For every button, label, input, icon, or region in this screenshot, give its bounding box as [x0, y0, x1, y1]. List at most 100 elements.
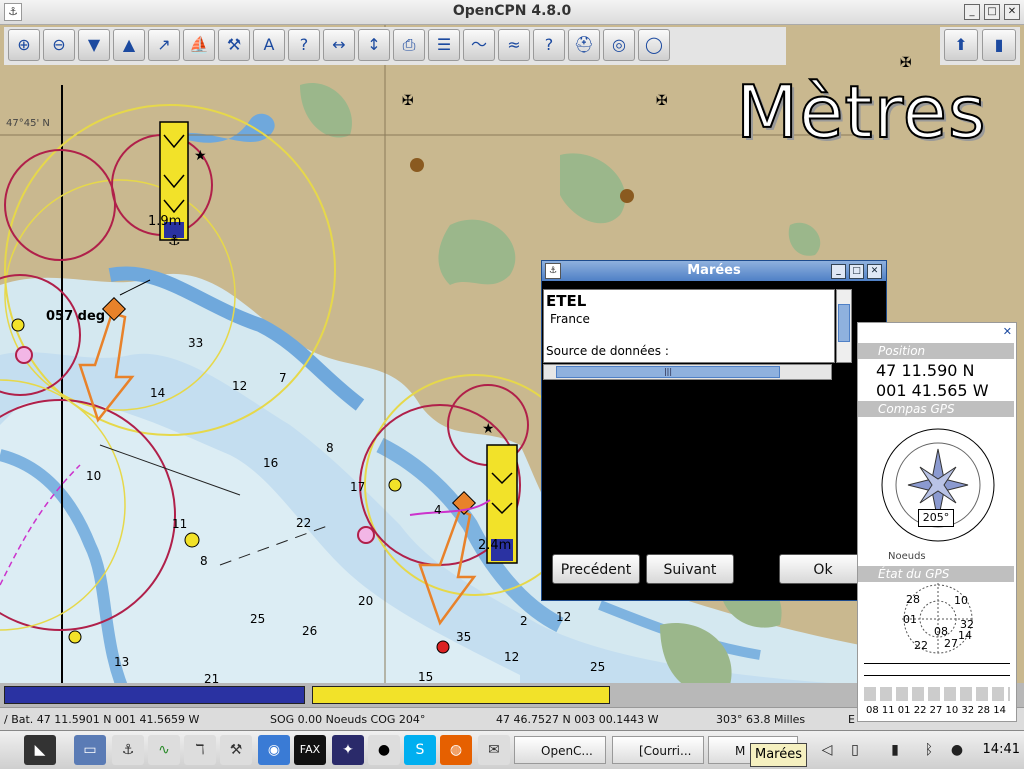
position-header: Position [858, 343, 1014, 359]
sounding: 2 [520, 614, 528, 628]
volume-icon[interactable]: ◁ [818, 739, 836, 761]
print-button[interactable]: ⎙ [393, 29, 425, 61]
mob-button[interactable]: ⛑ [568, 29, 600, 61]
previous-button[interactable]: Precédent [552, 554, 640, 584]
move-button[interactable]: ↕ [358, 29, 390, 61]
tool-icon[interactable]: ⚒ [220, 735, 252, 765]
sounding: 4 [434, 503, 442, 517]
sounding: 13 [114, 655, 129, 669]
signal-icon[interactable]: ▮ [886, 739, 904, 761]
stellarium-icon[interactable]: ✦ [332, 735, 364, 765]
opencpn-launcher-icon[interactable]: ⚓ [112, 735, 144, 765]
menu-logo-icon[interactable]: ◣ [24, 735, 56, 765]
chart-tool-icon[interactable]: ∿ [148, 735, 180, 765]
sog-cog: SOG 0.00 Noeuds COG 204° [270, 713, 426, 726]
settings-wrench-icon: ⚒ [226, 35, 242, 54]
ais-button[interactable]: ◎ [603, 29, 635, 61]
dashboard-close-icon[interactable]: ✕ [1003, 325, 1012, 338]
svg-text:✠: ✠ [656, 93, 668, 109]
compass-button[interactable]: ⬆ [944, 29, 978, 61]
chart-scale: E [848, 713, 855, 726]
settings-wrench-button[interactable]: ⚒ [218, 29, 250, 61]
add-text-icon: A [263, 35, 275, 54]
dialog-maximize-button[interactable]: □ [849, 264, 864, 279]
next-button[interactable]: Suivant [646, 554, 734, 584]
tide-dialog: ⚓ Marées _ □ ✕ ETEL France Source de don… [541, 260, 887, 601]
taskbar-task-opencpn[interactable]: OpenC... [514, 736, 606, 764]
scale-down-button[interactable]: ▼ [78, 29, 110, 61]
horizontal-scrollbar[interactable]: ||| [543, 364, 832, 380]
firefox-icon[interactable]: ◍ [440, 735, 472, 765]
station-info-panel[interactable]: ETEL France Source de données : [543, 289, 835, 363]
penguin-icon[interactable]: ● [368, 735, 400, 765]
scale-down-icon: ▼ [87, 35, 101, 54]
query-button[interactable]: ? [288, 29, 320, 61]
lifebuoy-button[interactable]: ◯ [638, 29, 670, 61]
skype-icon[interactable]: S [404, 735, 436, 765]
gps-signal-button[interactable]: ▮ [982, 29, 1016, 61]
spreadsheet-icon[interactable]: ℸ [184, 735, 216, 765]
sounding: 20 [358, 594, 373, 608]
scroll-thumb[interactable]: ||| [556, 366, 780, 378]
station-name: ETEL [546, 292, 587, 310]
bluetooth-icon[interactable]: ᛒ [920, 739, 938, 761]
ship-icon: ⛵ [189, 35, 209, 54]
sounding: 15 [418, 670, 433, 684]
zoom-in-button[interactable]: ⊕ [8, 29, 40, 61]
satellite-id: 22 [914, 639, 928, 652]
sounding: 35 [456, 630, 471, 644]
maximize-button[interactable]: □ [984, 4, 1000, 20]
dialog-minimize-button[interactable]: _ [831, 264, 846, 279]
route-manager-button[interactable]: ☰ [428, 29, 460, 61]
svg-text:✠: ✠ [900, 55, 912, 71]
track-button[interactable]: 〜 [463, 29, 495, 61]
route-button[interactable]: ↗ [148, 29, 180, 61]
ship-button[interactable]: ⛵ [183, 29, 215, 61]
sounding: 8 [200, 554, 208, 568]
scale-up-button[interactable]: ▲ [113, 29, 145, 61]
fax-icon[interactable]: FAX [294, 735, 326, 765]
tide-button[interactable]: ≈ [498, 29, 530, 61]
gps-compass-dial [881, 428, 995, 542]
move-icon: ↕ [367, 35, 381, 54]
speed-unit-label: Noeuds [888, 551, 926, 562]
bearing-range: 303° 63.8 Milles [716, 713, 806, 726]
depth-units-watermark: Mètres [735, 69, 987, 155]
scroll-thumb[interactable] [838, 304, 850, 342]
measure-icon: ↔ [332, 35, 346, 54]
station-country: France [550, 312, 590, 326]
dialog-close-button[interactable]: ✕ [867, 264, 882, 279]
taskbar-task-mail[interactable]: [Courri... [612, 736, 704, 764]
vertical-scrollbar[interactable] [836, 289, 852, 363]
show-desktop-icon[interactable]: ▭ [74, 735, 106, 765]
query-icon: ? [299, 35, 309, 54]
notification-bulb-icon[interactable]: ● [948, 739, 966, 761]
add-text-button[interactable]: A [253, 29, 285, 61]
latitude-value: 47 11.590 N [876, 361, 975, 380]
minimize-button[interactable]: _ [964, 4, 980, 20]
browser-icon[interactable]: ◉ [258, 735, 290, 765]
ais-icon: ◎ [612, 35, 626, 54]
satellite-bar-labels: 08 11 01 22 27 10 32 28 14 [866, 705, 1006, 716]
ok-button[interactable]: Ok [779, 554, 867, 584]
compass-heading-value: 205° [918, 509, 954, 527]
battery-icon[interactable]: ▯ [846, 739, 864, 761]
system-taskbar: ◣ ▭ ⚓ ∿ ℸ ⚒ ◉ FAX ✦ ● S ◍ ✉ OpenC... [Co… [0, 730, 1024, 769]
high-tide-bar [312, 686, 610, 704]
help-button[interactable]: ? [533, 29, 565, 61]
mob-icon: ⛑ [573, 35, 595, 54]
status-toolbar: ⬆ ▮ [940, 27, 1020, 65]
dashboard-panel: ✕ Position 47 11.590 N 001 41.565 W Comp… [857, 322, 1017, 722]
zoom-out-button[interactable]: ⊖ [43, 29, 75, 61]
close-button[interactable]: ✕ [1004, 4, 1020, 20]
dialog-titlebar[interactable]: ⚓ Marées _ □ ✕ [542, 261, 886, 281]
gps-signal-icon: ▮ [994, 35, 1004, 54]
satellite-id: 28 [906, 593, 920, 606]
clock: 14:41 [982, 742, 1020, 757]
opencpn-icon: ⚓ [545, 263, 561, 279]
compass-header: Compas GPS [858, 401, 1014, 417]
mail-icon[interactable]: ✉ [478, 735, 510, 765]
low-tide-bar [4, 686, 305, 704]
scale-up-icon: ▲ [122, 35, 136, 54]
measure-button[interactable]: ↔ [323, 29, 355, 61]
